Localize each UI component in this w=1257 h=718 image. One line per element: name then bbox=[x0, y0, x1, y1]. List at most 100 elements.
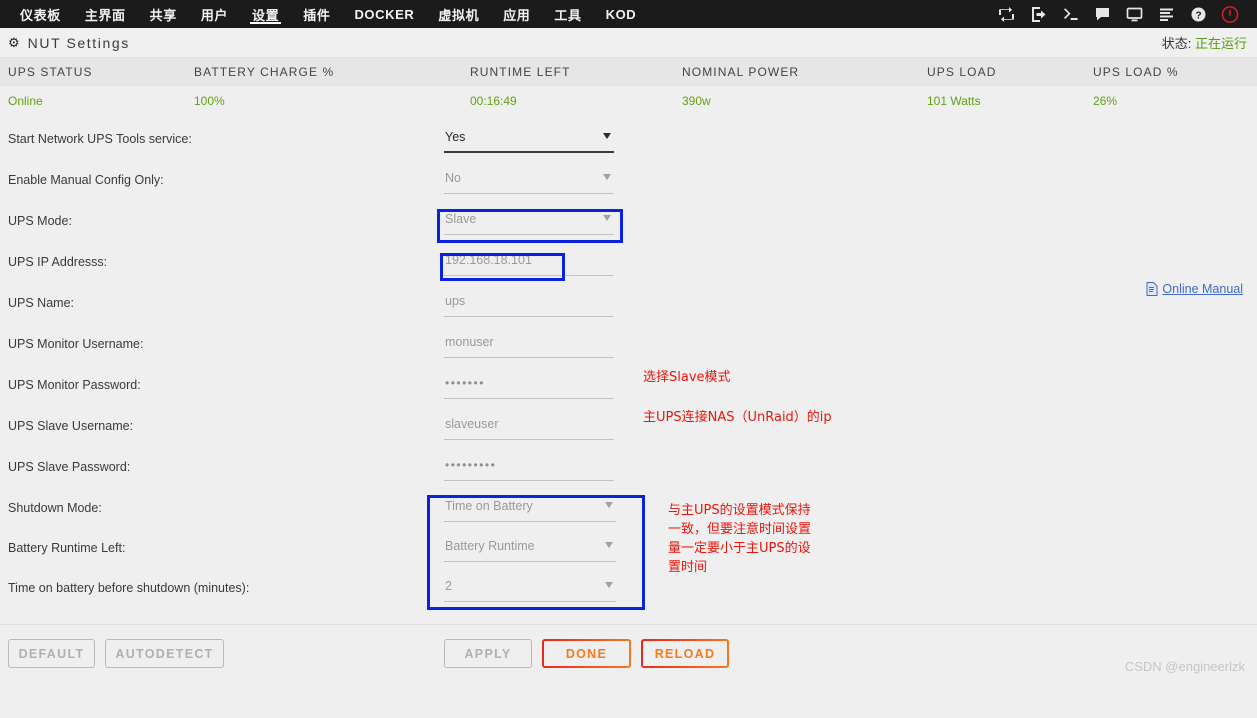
sync-icon[interactable] bbox=[997, 5, 1015, 23]
nav-item-main[interactable]: 主界面 bbox=[73, 0, 138, 28]
form-row-time-before-shutdown: Time on battery before shutdown (minutes… bbox=[0, 573, 1257, 614]
help-icon[interactable]: ? bbox=[1189, 5, 1207, 23]
label-slave-username: UPS Slave Username: bbox=[8, 419, 134, 433]
field-underline bbox=[444, 193, 614, 194]
watermark: CSDN @engineerlzk bbox=[1124, 659, 1245, 674]
label-monitor-username: UPS Monitor Username: bbox=[8, 337, 144, 351]
nav-item-shares[interactable]: 共享 bbox=[138, 0, 189, 28]
nav-item-kod[interactable]: KOD bbox=[594, 0, 649, 28]
column-header-battery-charge: BATTERY CHARGE % bbox=[194, 65, 335, 79]
power-icon[interactable] bbox=[1221, 5, 1239, 23]
column-header-ups-load-pct: UPS LOAD % bbox=[1093, 65, 1179, 79]
display-icon[interactable] bbox=[1125, 5, 1143, 23]
field-underline bbox=[444, 480, 614, 481]
input-ups-ip[interactable]: 192.168.18.101 bbox=[444, 250, 614, 276]
nav-label: 用户 bbox=[200, 7, 229, 23]
chat-icon[interactable] bbox=[1093, 5, 1111, 23]
nav-item-settings[interactable]: 设置 bbox=[240, 0, 291, 28]
annotation-ups-mode: 选择Slave模式 bbox=[643, 370, 731, 385]
form-row-slave-password: UPS Slave Password: ••••••••• bbox=[0, 452, 1257, 493]
nav-label: 应用 bbox=[503, 7, 531, 23]
logout-icon[interactable] bbox=[1029, 5, 1047, 23]
value-ups-load: 101 Watts bbox=[927, 94, 981, 108]
select-time-before-shutdown[interactable]: 2 bbox=[444, 576, 616, 602]
value-ups-status: Online bbox=[8, 94, 43, 108]
input-slave-username-value: slaveuser bbox=[445, 417, 499, 431]
nav-item-docker[interactable]: DOCKER bbox=[342, 0, 426, 28]
form-row-manual-config: Enable Manual Config Only: No bbox=[0, 165, 1257, 206]
label-battery-runtime-left: Battery Runtime Left: bbox=[8, 541, 126, 555]
form-row-ups-ip: UPS IP Addresss: 192.168.18.101 bbox=[0, 247, 1257, 288]
column-header-nominal-power: NOMINAL POWER bbox=[682, 65, 800, 79]
nav-item-apps[interactable]: 应用 bbox=[491, 0, 542, 28]
nav-label: KOD bbox=[605, 6, 637, 22]
column-header-ups-status: UPS STATUS bbox=[8, 65, 93, 79]
nav-item-tools[interactable]: 工具 bbox=[542, 0, 593, 28]
input-ups-name[interactable]: ups bbox=[444, 291, 614, 317]
select-manual-config-value: No bbox=[445, 171, 461, 185]
page-title: NUT Settings bbox=[27, 34, 130, 51]
annotation-ups-ip: 主UPS连接NAS（UnRaid）的ip bbox=[643, 410, 832, 425]
apply-button[interactable]: APPLY bbox=[444, 639, 532, 668]
input-slave-username[interactable]: slaveuser bbox=[444, 414, 614, 440]
top-navigation-bar: 仪表板 主界面 共享 用户 设置 插件 DOCKER 虚拟机 应用 工具 KOD bbox=[0, 0, 1257, 28]
label-slave-password: UPS Slave Password: bbox=[8, 460, 131, 474]
form-row-start-service: Start Network UPS Tools service: Yes bbox=[0, 124, 1257, 165]
chevron-down-icon bbox=[605, 542, 613, 548]
field-underline bbox=[444, 151, 614, 153]
gear-icon: ⚙ bbox=[8, 35, 20, 50]
chevron-down-icon bbox=[603, 174, 611, 180]
nav-items-group: 仪表板 主界面 共享 用户 设置 插件 DOCKER 虚拟机 应用 工具 KOD bbox=[8, 0, 648, 28]
apply-button-label: APPLY bbox=[464, 646, 512, 661]
default-button[interactable]: DEFAULT bbox=[8, 639, 95, 668]
nav-item-plugins[interactable]: 插件 bbox=[291, 0, 342, 28]
select-start-service[interactable]: Yes bbox=[444, 127, 614, 153]
input-monitor-password-value: ••••••• bbox=[445, 376, 485, 390]
label-time-before-shutdown: Time on battery before shutdown (minutes… bbox=[8, 581, 250, 595]
chevron-down-icon bbox=[603, 133, 611, 139]
done-button[interactable]: DONE bbox=[542, 639, 631, 668]
nav-label: 仪表板 bbox=[20, 7, 61, 23]
select-ups-mode[interactable]: Slave bbox=[444, 209, 614, 235]
chevron-down-icon bbox=[603, 215, 611, 221]
chevron-down-icon bbox=[605, 582, 613, 588]
field-underline bbox=[444, 316, 614, 317]
service-state: 状态: 正在运行 bbox=[1162, 33, 1247, 52]
label-ups-mode: UPS Mode: bbox=[8, 214, 72, 228]
form-row-shutdown-mode: Shutdown Mode: Time on Battery bbox=[0, 493, 1257, 534]
input-slave-password[interactable]: ••••••••• bbox=[444, 455, 614, 481]
page-header-left: ⚙ NUT Settings bbox=[8, 35, 130, 51]
reload-button[interactable]: RELOAD bbox=[641, 639, 729, 668]
terminal-icon[interactable] bbox=[1061, 5, 1079, 23]
field-underline bbox=[444, 275, 614, 276]
annotation-shutdown-group: 与主UPS的设置模式保持 一致，但要注意时间设置 量一定要小于主UPS的设 置时… bbox=[668, 503, 812, 575]
nav-label: 虚拟机 bbox=[438, 7, 480, 23]
field-underline bbox=[444, 561, 616, 562]
select-battery-runtime-left[interactable]: Battery Runtime bbox=[444, 536, 616, 562]
log-icon[interactable] bbox=[1157, 5, 1175, 23]
input-monitor-password[interactable]: ••••••• bbox=[444, 373, 614, 399]
nav-item-dashboard[interactable]: 仪表板 bbox=[8, 0, 73, 28]
select-shutdown-mode[interactable]: Time on Battery bbox=[444, 496, 616, 522]
autodetect-button[interactable]: AUTODETECT bbox=[105, 639, 224, 668]
select-battery-runtime-left-value: Battery Runtime bbox=[445, 539, 535, 553]
service-state-label: 状态: bbox=[1161, 36, 1192, 51]
field-underline bbox=[444, 357, 614, 358]
value-nominal-power: 390w bbox=[682, 94, 711, 108]
field-underline bbox=[444, 439, 614, 440]
field-underline bbox=[444, 521, 616, 522]
nav-label: 插件 bbox=[303, 7, 331, 23]
label-start-service: Start Network UPS Tools service: bbox=[8, 132, 192, 146]
form-row-slave-username: UPS Slave Username: slaveuser bbox=[0, 411, 1257, 452]
nav-label: DOCKER bbox=[354, 6, 415, 22]
field-underline bbox=[444, 601, 616, 602]
input-slave-password-value: ••••••••• bbox=[445, 458, 497, 472]
select-shutdown-mode-value: Time on Battery bbox=[445, 499, 533, 513]
svg-text:?: ? bbox=[1195, 10, 1201, 21]
nav-item-vms[interactable]: 虚拟机 bbox=[426, 0, 491, 28]
table-header-row: UPS STATUS BATTERY CHARGE % RUNTIME LEFT… bbox=[0, 58, 1257, 86]
input-monitor-username[interactable]: monuser bbox=[444, 332, 614, 358]
nav-item-users[interactable]: 用户 bbox=[189, 0, 240, 28]
select-manual-config[interactable]: No bbox=[444, 168, 614, 194]
value-ups-load-pct: 26% bbox=[1093, 94, 1118, 108]
